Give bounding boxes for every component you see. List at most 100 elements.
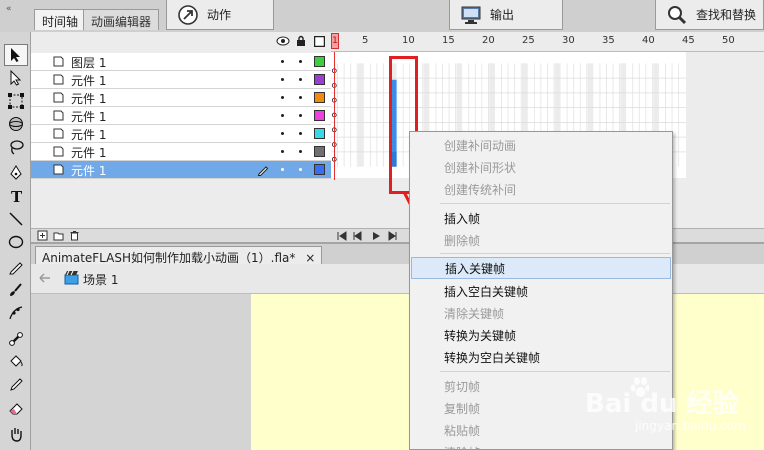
close-icon[interactable]: × bbox=[305, 251, 315, 265]
layer-name[interactable]: 元件 1 bbox=[71, 72, 106, 89]
new-layer-icon[interactable] bbox=[37, 230, 48, 241]
layer-icon bbox=[53, 56, 64, 67]
menu-item-convert-to-keyframes[interactable]: 转换为关键帧 bbox=[411, 324, 671, 346]
oval-tool-icon[interactable] bbox=[4, 231, 28, 253]
bone-tool-icon[interactable] bbox=[4, 328, 28, 350]
layer-color-swatch[interactable] bbox=[314, 128, 325, 139]
layer-icon bbox=[53, 74, 64, 85]
layer-color-swatch[interactable] bbox=[314, 146, 325, 157]
layer-name[interactable]: 元件 1 bbox=[71, 108, 106, 125]
lock-dot[interactable] bbox=[299, 78, 302, 81]
layer-color-swatch[interactable] bbox=[314, 56, 325, 67]
visibility-dot[interactable] bbox=[281, 60, 284, 63]
menu-item-insert-blank-keyframe[interactable]: 插入空白关键帧 bbox=[411, 280, 671, 302]
playhead-marker[interactable]: 1 bbox=[331, 33, 339, 49]
visibility-dot[interactable] bbox=[281, 150, 284, 153]
collapse-panel-button[interactable]: « bbox=[6, 4, 12, 14]
menu-item-insert-keyframe[interactable]: 插入关键帧 bbox=[411, 257, 671, 279]
pen-tool-icon[interactable] bbox=[4, 162, 28, 184]
lock-dot[interactable] bbox=[299, 168, 302, 171]
new-folder-icon[interactable] bbox=[53, 230, 64, 241]
ruler-label: 20 bbox=[482, 35, 495, 46]
play-icon[interactable] bbox=[371, 231, 381, 241]
document-tab[interactable]: AnimateFLASH如何制作加载小动画（1）.fla* × bbox=[35, 246, 323, 266]
pencil-edit-icon bbox=[257, 166, 269, 176]
layer-list-empty bbox=[31, 180, 331, 228]
output-panel-button[interactable]: 输出 bbox=[449, 0, 563, 30]
layer-row[interactable]: 元件 1 bbox=[31, 107, 331, 125]
lock-dot[interactable] bbox=[299, 114, 302, 117]
text-tool-icon[interactable]: T bbox=[4, 185, 28, 207]
layer-name[interactable]: 元件 1 bbox=[71, 90, 106, 107]
trash-icon[interactable] bbox=[69, 230, 80, 241]
actions-label: 动作 bbox=[207, 8, 232, 22]
pencil-tool-icon[interactable] bbox=[4, 256, 28, 278]
lock-dot[interactable] bbox=[299, 60, 302, 63]
layer-color-swatch[interactable] bbox=[314, 92, 325, 103]
eyedropper-tool-icon[interactable] bbox=[4, 374, 28, 396]
ruler-label: 35 bbox=[602, 35, 615, 46]
menu-item-create-shape-tween: 创建补间形状 bbox=[444, 161, 517, 175]
eye-icon[interactable] bbox=[276, 36, 290, 46]
find-replace-panel-button[interactable]: 查找和替换 bbox=[655, 0, 764, 30]
ruler-label: 30 bbox=[562, 35, 575, 46]
lock-dot[interactable] bbox=[299, 150, 302, 153]
visibility-dot[interactable] bbox=[281, 168, 284, 171]
lasso-tool-icon[interactable] bbox=[4, 136, 28, 158]
deco-tool-icon[interactable] bbox=[4, 302, 28, 324]
visibility-dot[interactable] bbox=[281, 96, 284, 99]
menu-item-insert-frame[interactable]: 插入帧 bbox=[411, 207, 671, 229]
lock-dot[interactable] bbox=[299, 96, 302, 99]
layer-color-swatch[interactable] bbox=[314, 110, 325, 121]
selection-tool-icon[interactable] bbox=[4, 44, 28, 66]
frame-ruler: 1 5 10 15 20 25 30 35 40 45 50 bbox=[331, 32, 764, 52]
lock-icon[interactable] bbox=[296, 35, 306, 47]
visibility-dot[interactable] bbox=[281, 132, 284, 135]
ruler-label: 10 bbox=[402, 35, 415, 46]
ruler-label: 25 bbox=[522, 35, 535, 46]
hand-tool-icon[interactable] bbox=[4, 423, 28, 445]
layer-row[interactable]: 元件 1 bbox=[31, 125, 331, 143]
layer-color-swatch[interactable] bbox=[314, 74, 325, 85]
layer-name[interactable]: 元件 1 bbox=[71, 162, 106, 179]
actions-panel-button[interactable]: 动作 bbox=[166, 0, 274, 30]
layer-name[interactable]: 元件 1 bbox=[71, 126, 106, 143]
free-transform-tool-icon[interactable] bbox=[4, 90, 28, 112]
outline-icon[interactable] bbox=[314, 36, 325, 47]
watermark-url: jingyan.baidu.com bbox=[635, 419, 746, 433]
visibility-dot[interactable] bbox=[281, 114, 284, 117]
first-frame-icon[interactable] bbox=[337, 231, 347, 241]
tools-panel: T bbox=[0, 32, 31, 450]
layer-row-selected[interactable]: 元件 1 bbox=[31, 161, 331, 179]
layer-row[interactable]: 元件 1 bbox=[31, 71, 331, 89]
paint-bucket-tool-icon[interactable] bbox=[4, 351, 28, 373]
eraser-tool-icon[interactable] bbox=[4, 397, 28, 419]
ruler-label: 5 bbox=[362, 35, 369, 46]
layer-row[interactable]: 图层 1 bbox=[31, 53, 331, 71]
menu-item-convert-to-blank-keyframes[interactable]: 转换为空白关键帧 bbox=[411, 346, 671, 368]
back-arrow-icon[interactable] bbox=[39, 273, 51, 283]
line-tool-icon[interactable] bbox=[4, 208, 28, 230]
ruler-label: 45 bbox=[682, 35, 695, 46]
layer-name[interactable]: 元件 1 bbox=[71, 144, 106, 161]
layer-row[interactable]: 元件 1 bbox=[31, 143, 331, 161]
visibility-dot[interactable] bbox=[281, 78, 284, 81]
document-tab-title: AnimateFLASH如何制作加载小动画（1）.fla* bbox=[42, 251, 296, 265]
layer-row[interactable]: 元件 1 bbox=[31, 89, 331, 107]
tab-timeline[interactable]: 时间轴 bbox=[34, 9, 87, 30]
layer-color-swatch[interactable] bbox=[314, 164, 325, 175]
layer-name[interactable]: 图层 1 bbox=[71, 54, 106, 71]
tab-motion-editor[interactable]: 动画编辑器 bbox=[83, 9, 160, 30]
actions-icon bbox=[177, 4, 199, 26]
brush-tool-icon[interactable] bbox=[4, 279, 28, 301]
menu-separator bbox=[440, 253, 670, 254]
subselection-tool-icon[interactable] bbox=[4, 67, 28, 89]
scene-clapper-icon bbox=[64, 270, 79, 285]
menu-separator bbox=[440, 203, 670, 204]
scene-label[interactable]: 场景 1 bbox=[83, 271, 118, 288]
previous-frame-icon[interactable] bbox=[353, 231, 363, 241]
lock-dot[interactable] bbox=[299, 132, 302, 135]
layer-icon bbox=[53, 92, 64, 103]
output-label: 输出 bbox=[490, 8, 515, 22]
3d-rotation-tool-icon[interactable] bbox=[4, 113, 28, 135]
